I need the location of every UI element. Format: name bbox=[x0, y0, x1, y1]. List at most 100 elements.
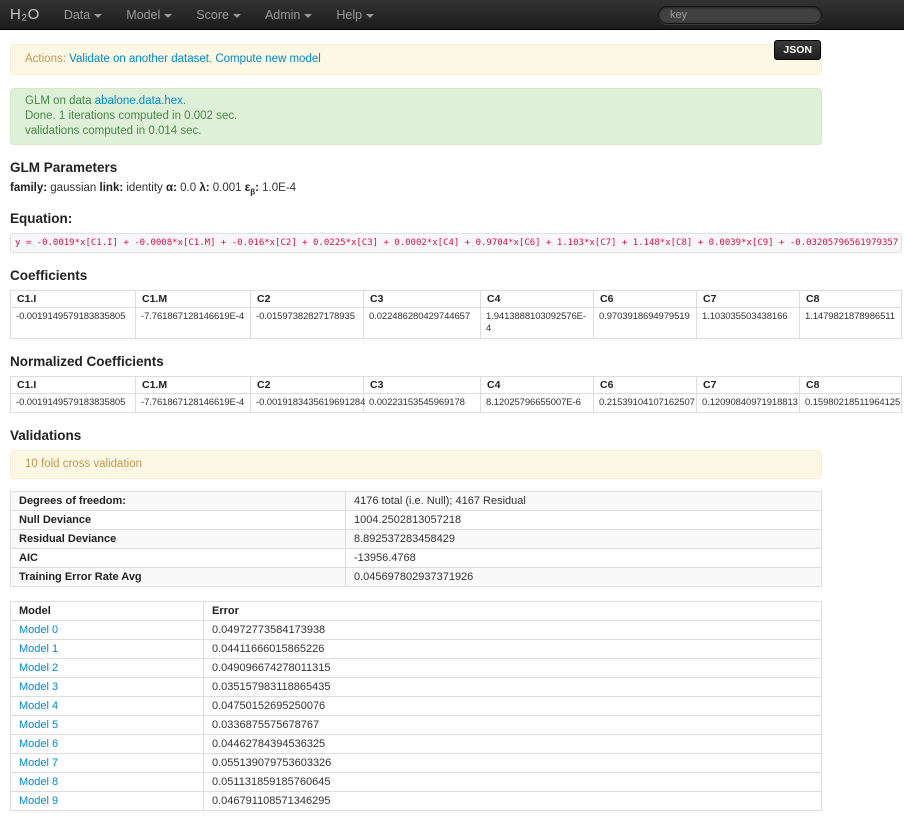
coefficient-column-header: C1.M bbox=[136, 377, 251, 394]
coefficient-value: 0.15980218511964125 bbox=[800, 394, 902, 413]
coefficient-value: 0.022486280429744657 bbox=[364, 308, 481, 339]
coefficient-column-header: C1.I bbox=[11, 291, 136, 308]
coefficient-column-header: C6 bbox=[594, 291, 697, 308]
coefficient-column-header: C8 bbox=[800, 377, 902, 394]
model-error-value: 0.0336875575678767 bbox=[204, 716, 822, 735]
model-error-value: 0.04972773584173938 bbox=[204, 621, 822, 640]
navbar-item[interactable]: Data bbox=[52, 8, 114, 22]
table-row: Model 5 0.0336875575678767 bbox=[11, 716, 822, 735]
coefficient-column-header: C1.I bbox=[11, 377, 136, 394]
epsilon-label: εβ: bbox=[245, 182, 259, 194]
model-cell: Model 8 bbox=[11, 773, 204, 792]
navbar-item-label: Admin bbox=[265, 8, 300, 22]
table-row: Model 7 0.055139079753603326 bbox=[11, 754, 822, 773]
stat-value: 1004.2502813057218 bbox=[346, 511, 822, 530]
model-error-value: 0.04750152695250076 bbox=[204, 697, 822, 716]
table-row: Model 90.046791108571346295 bbox=[11, 792, 822, 811]
model-error-value: 0.051131859185760645 bbox=[204, 773, 822, 792]
link-label: link: bbox=[100, 182, 124, 194]
glm-parameters-line: family: gaussian link: identity α: 0.0 λ… bbox=[10, 182, 822, 196]
page-content: Actions: Validate on another dataset, Co… bbox=[10, 44, 822, 811]
chevron-down-icon bbox=[94, 14, 102, 18]
models-table: Model Error Model 00.04972773584173938 M… bbox=[10, 601, 822, 811]
coefficient-value: -0.0019149579183835805 bbox=[11, 394, 136, 413]
lambda-value: 0.001 bbox=[213, 182, 242, 194]
status-box: GLM on data abalone.data.hex. Done. 1 it… bbox=[10, 88, 822, 145]
stat-value: 4176 total (i.e. Null); 4167 Residual bbox=[346, 492, 822, 511]
table-row: Model 8 0.051131859185760645 bbox=[11, 773, 822, 792]
action-link[interactable]: Validate on another dataset bbox=[69, 53, 209, 65]
actions-links: Validate on another dataset, Compute new… bbox=[69, 53, 321, 65]
coefficient-value: 0.21539104107162507 bbox=[594, 394, 697, 413]
coefficient-value: 8.12025796655007E-6 bbox=[481, 394, 594, 413]
table-row: Model 0 0.04972773584173938 bbox=[11, 621, 822, 640]
table-row: Null Deviance1004.2502813057218 bbox=[11, 511, 822, 530]
coefficients-heading: Coefficients bbox=[10, 268, 822, 283]
table-row: Training Error Rate Avg0.045697802937371… bbox=[11, 568, 822, 587]
action-link-wrap: Compute new model bbox=[215, 53, 320, 65]
coefficient-column-header: C3 bbox=[364, 377, 481, 394]
equation-heading: Equation: bbox=[10, 211, 822, 226]
family-value: gaussian bbox=[50, 182, 96, 194]
table-row: Model 20.049096674278011315 bbox=[11, 659, 822, 678]
coefficient-column-header: C4 bbox=[481, 291, 594, 308]
lambda-label: λ: bbox=[199, 182, 209, 194]
stat-label: Null Deviance bbox=[11, 511, 346, 530]
stat-value: 0.045697802937371926 bbox=[346, 568, 822, 587]
action-link-wrap: Validate on another dataset, bbox=[69, 53, 215, 65]
stat-label: Training Error Rate Avg bbox=[11, 568, 346, 587]
coefficient-value: 1.103035503438166 bbox=[697, 308, 800, 339]
alpha-label: α: bbox=[166, 182, 177, 194]
model-error-value: 0.04411666015865226 bbox=[204, 640, 822, 659]
model-link[interactable]: Model 6 bbox=[19, 738, 58, 750]
model-column-header: Model bbox=[11, 602, 204, 621]
glm-parameters-heading: GLM Parameters bbox=[10, 160, 822, 175]
action-link[interactable]: Compute new model bbox=[215, 53, 320, 65]
validation-stats-table: Degrees of freedom:4176 total (i.e. Null… bbox=[10, 491, 822, 587]
coefficient-column-header: C6 bbox=[594, 377, 697, 394]
model-error-value: 0.055139079753603326 bbox=[204, 754, 822, 773]
validations-heading: Validations bbox=[10, 428, 822, 443]
model-cell: Model 6 bbox=[11, 735, 204, 754]
model-cell: Model 7 bbox=[11, 754, 204, 773]
dataset-link[interactable]: abalone.data.hex bbox=[95, 95, 183, 107]
model-link[interactable]: Model 3 bbox=[19, 681, 58, 693]
model-link[interactable]: Model 5 bbox=[19, 719, 58, 731]
stat-label: AIC bbox=[11, 549, 346, 568]
search-input[interactable] bbox=[658, 6, 822, 24]
navbar-item[interactable]: Model bbox=[114, 8, 184, 22]
model-link[interactable]: Model 0 bbox=[19, 624, 58, 636]
chevron-down-icon bbox=[304, 14, 312, 18]
coefficients-table: C1.IC1.MC2C3C4C6C7C8 -0.0019149579183835… bbox=[10, 290, 902, 339]
coefficient-column-header: C2 bbox=[251, 291, 364, 308]
navbar-item[interactable]: Help bbox=[324, 8, 386, 22]
model-link[interactable]: Model 7 bbox=[19, 757, 58, 769]
chevron-down-icon bbox=[233, 14, 241, 18]
coefficient-value: -7.761867128146619E-4 bbox=[136, 308, 251, 339]
navbar-item[interactable]: Score bbox=[184, 8, 253, 22]
actions-label: Actions: bbox=[25, 53, 66, 65]
table-row: Model 3 0.035157983118865435 bbox=[11, 678, 822, 697]
coefficient-column-header: C2 bbox=[251, 377, 364, 394]
stat-value: 8.892537283458429 bbox=[346, 530, 822, 549]
json-button[interactable]: JSON bbox=[774, 40, 821, 60]
model-link[interactable]: Model 2 bbox=[19, 662, 58, 674]
status-line-3: validations computed in 0.014 sec. bbox=[25, 124, 807, 139]
epsilon-value: 1.0E-4 bbox=[262, 182, 296, 194]
status-line-2: Done. 1 iterations computed in 0.002 sec… bbox=[25, 109, 807, 124]
navbar-menu: Data Model Score Admin Help bbox=[52, 8, 386, 22]
model-cell: Model 9 bbox=[11, 792, 204, 811]
model-error-value: 0.035157983118865435 bbox=[204, 678, 822, 697]
status-line-1: GLM on data abalone.data.hex. bbox=[25, 94, 807, 109]
model-link[interactable]: Model 1 bbox=[19, 643, 58, 655]
navbar-item[interactable]: Admin bbox=[253, 8, 324, 22]
model-cell: Model 5 bbox=[11, 716, 204, 735]
coefficient-column-header: C7 bbox=[697, 377, 800, 394]
table-row: AIC-13956.4768 bbox=[11, 549, 822, 568]
equation-code: y = -0.0019*x[C1.I] + -0.0008*x[C1.M] + … bbox=[10, 233, 902, 253]
model-link[interactable]: Model 9 bbox=[19, 795, 58, 807]
link-value: identity bbox=[126, 182, 162, 194]
chevron-down-icon bbox=[164, 14, 172, 18]
model-link[interactable]: Model 8 bbox=[19, 776, 58, 788]
model-link[interactable]: Model 4 bbox=[19, 700, 58, 712]
